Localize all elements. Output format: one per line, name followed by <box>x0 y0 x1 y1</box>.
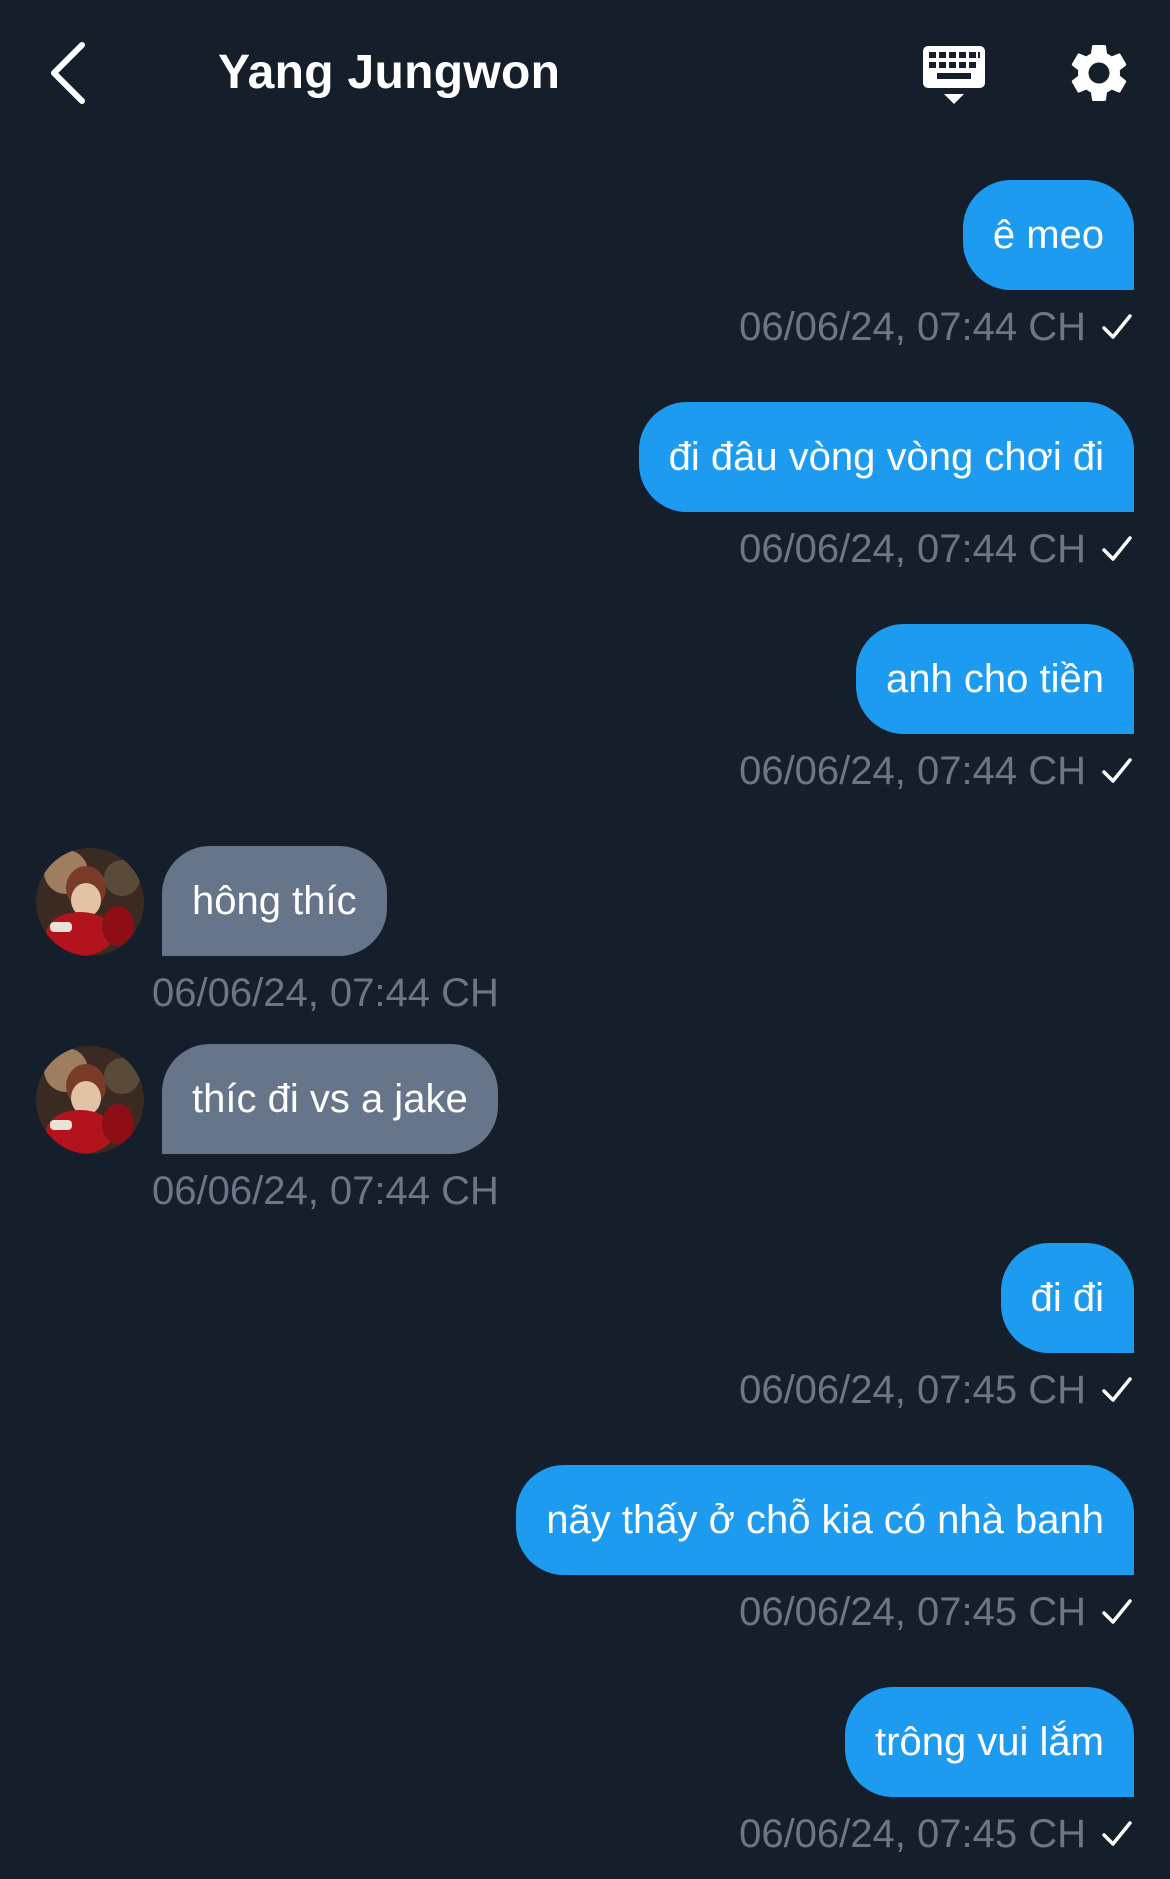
outgoing-message-bubble[interactable]: đi đi <box>1000 1243 1134 1353</box>
message-timestamp: 06/06/24, 07:45 CH <box>739 1368 1086 1412</box>
message-meta: 06/06/24, 07:45 CH <box>739 1808 1134 1860</box>
check-icon <box>1102 314 1132 339</box>
message-timestamp: 06/06/24, 07:44 CH <box>739 305 1086 349</box>
check-icon <box>1102 1821 1132 1846</box>
message-timestamp: 06/06/24, 07:45 CH <box>739 1812 1086 1856</box>
message-meta: 06/06/24, 07:45 CH <box>739 1586 1134 1638</box>
outgoing-message-bubble[interactable]: trông vui lắm <box>845 1687 1134 1797</box>
outgoing-message-bubble[interactable]: nãy thấy ở chỗ kia có nhà banh <box>516 1465 1134 1575</box>
avatar[interactable] <box>36 1046 144 1154</box>
message-timestamp: 06/06/24, 07:44 CH <box>152 971 499 1015</box>
contact-photo <box>36 1046 144 1154</box>
outgoing-message-bubble[interactable]: đi đâu vòng vòng chơi đi <box>638 402 1134 512</box>
outgoing-message-bubble[interactable]: ê meo <box>962 180 1134 290</box>
message-timestamp: 06/06/24, 07:45 CH <box>739 1590 1086 1634</box>
message-meta: 06/06/24, 07:44 CH <box>739 745 1134 797</box>
contact-photo <box>36 848 144 956</box>
avatar[interactable] <box>36 848 144 956</box>
check-icon <box>1102 758 1132 783</box>
message-timestamp: 06/06/24, 07:44 CH <box>739 749 1086 793</box>
check-icon <box>1102 1599 1132 1624</box>
incoming-message-bubble[interactable]: hông thíc <box>162 846 387 956</box>
message-timestamp: 06/06/24, 07:44 CH <box>739 527 1086 571</box>
check-icon <box>1102 536 1132 561</box>
message-meta: 06/06/24, 07:45 CH <box>739 1364 1134 1416</box>
message-meta: 06/06/24, 07:44 CH <box>739 301 1134 353</box>
message-meta: 06/06/24, 07:44 CH <box>739 523 1134 575</box>
message-list[interactable]: ê meo 06/06/24, 07:44 CH đi đâu vòng vòn… <box>0 0 1170 1879</box>
check-icon <box>1102 1377 1132 1402</box>
outgoing-message-bubble[interactable]: anh cho tiền <box>856 624 1134 734</box>
incoming-message-bubble[interactable]: thíc đi vs a jake <box>162 1044 498 1154</box>
message-timestamp: 06/06/24, 07:44 CH <box>152 1169 499 1213</box>
